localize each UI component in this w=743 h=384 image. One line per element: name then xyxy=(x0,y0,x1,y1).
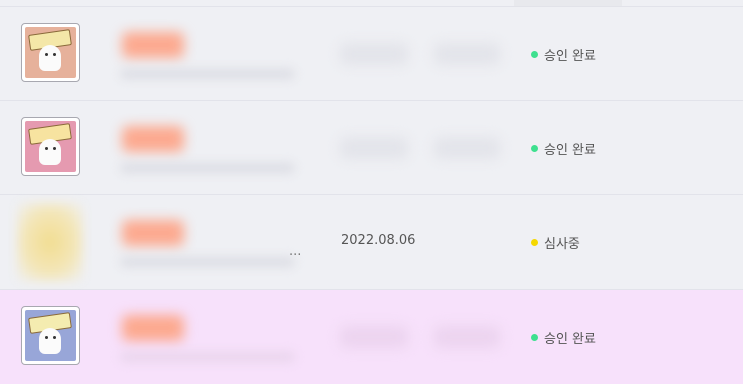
blurred-subtitle xyxy=(120,163,295,173)
status-badge: 심사중 xyxy=(531,233,580,252)
blurred-date xyxy=(340,43,408,65)
blurred-subtitle xyxy=(120,69,295,79)
status-label: 심사중 xyxy=(544,237,580,252)
blurred-date-2 xyxy=(434,326,500,348)
sticker-thumbnail[interactable] xyxy=(21,23,80,82)
blurred-subtitle xyxy=(120,257,295,267)
status-dot-icon xyxy=(531,145,538,152)
status-label: 승인 완료 xyxy=(544,49,596,64)
blurred-date xyxy=(340,137,408,159)
sticker-image xyxy=(25,121,76,172)
blurred-date xyxy=(340,326,408,348)
blurred-title xyxy=(122,126,184,152)
sticker-thumbnail[interactable] xyxy=(21,117,80,176)
ghost-character-icon xyxy=(39,45,61,71)
table-row[interactable]: 승인 완료 xyxy=(0,7,743,101)
sticker-image xyxy=(25,27,76,78)
status-dot-icon xyxy=(531,239,538,246)
status-badge: 승인 완료 xyxy=(531,139,596,158)
sticker-image xyxy=(25,310,76,361)
status-badge: 승인 완료 xyxy=(531,45,596,64)
table-row[interactable]: ... 2022.08.06 심사중 xyxy=(0,195,743,290)
blurred-title xyxy=(122,32,184,58)
table-row[interactable]: 승인 완료 xyxy=(0,101,743,195)
blurred-title xyxy=(122,220,184,246)
sticker-thumbnail[interactable] xyxy=(21,306,80,365)
status-label: 승인 완료 xyxy=(544,332,596,347)
status-dot-icon xyxy=(531,51,538,58)
blurred-subtitle xyxy=(120,352,295,362)
blurred-thumbnail[interactable] xyxy=(17,203,83,281)
blurred-date-2 xyxy=(434,137,500,159)
blurred-date-2 xyxy=(434,43,500,65)
status-badge: 승인 완료 xyxy=(531,328,596,347)
status-label: 승인 완료 xyxy=(544,143,596,158)
sticker-list: 승인 완료 승인 완료 ... 2022.08.06 심사중 승인 완료 xyxy=(0,0,743,384)
ghost-character-icon xyxy=(39,328,61,354)
submit-date: 2022.08.06 xyxy=(341,233,416,248)
ghost-character-icon xyxy=(39,139,61,165)
blurred-title xyxy=(122,315,184,341)
status-dot-icon xyxy=(531,334,538,341)
truncation-ellipsis: ... xyxy=(289,244,302,259)
list-top-divider xyxy=(0,0,743,7)
table-row-selected[interactable]: 승인 완료 xyxy=(0,290,743,384)
